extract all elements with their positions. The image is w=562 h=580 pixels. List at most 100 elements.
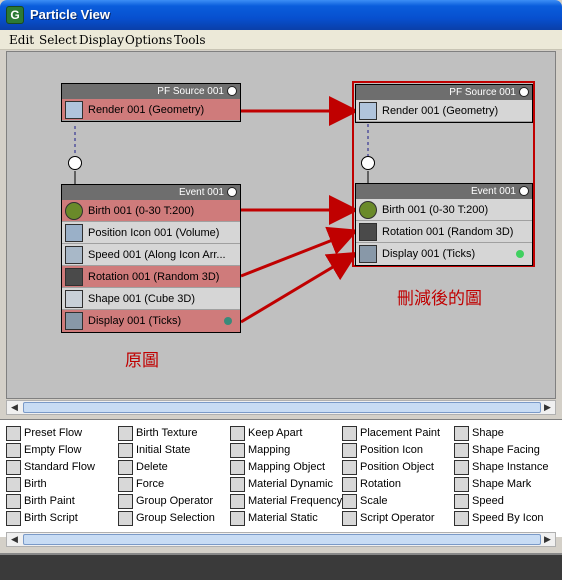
depot-item[interactable]: Shape Mark xyxy=(454,476,531,493)
depot-item-label: Birth Texture xyxy=(136,427,198,439)
particle-view-canvas[interactable]: PF Source 001 Render 001 (Geometry) Even… xyxy=(6,51,556,399)
original-source-node[interactable]: PF Source 001 Render 001 (Geometry) xyxy=(61,83,241,122)
depot-item[interactable]: Position Object xyxy=(342,459,434,476)
pruned-display-op[interactable]: Display 001 (Ticks) xyxy=(356,243,532,265)
app-logo-icon[interactable]: G xyxy=(6,6,24,24)
original-display-op[interactable]: Display 001 (Ticks) xyxy=(62,310,240,332)
pruned-birth-op[interactable]: Birth 001 (0-30 T:200) xyxy=(356,199,532,221)
depot-item[interactable]: Initial State xyxy=(118,442,190,459)
depot-item[interactable]: Shape Facing xyxy=(454,442,540,459)
pruned-event-node[interactable]: Event 001 Birth 001 (0-30 T:200) Rotatio… xyxy=(355,183,533,266)
light-bulb-icon[interactable] xyxy=(519,186,529,196)
depot-item[interactable]: Shape Instance xyxy=(454,459,548,476)
menu-options[interactable]: Options xyxy=(125,33,172,47)
original-event-node[interactable]: Event 001 Birth 001 (0-30 T:200) Positio… xyxy=(61,184,241,333)
depot-item[interactable]: Material Static xyxy=(230,510,318,527)
pruned-event-header[interactable]: Event 001 xyxy=(356,184,532,199)
operator-icon xyxy=(118,511,133,526)
arrow-display xyxy=(240,251,359,324)
depot-item[interactable]: Birth Paint xyxy=(6,493,75,510)
depot-item[interactable]: Placement Paint xyxy=(342,425,440,442)
depot-item[interactable]: Preset Flow xyxy=(6,425,82,442)
pruned-output-connector[interactable] xyxy=(361,156,375,170)
operator-icon xyxy=(118,443,133,458)
original-shape-op[interactable]: Shape 001 (Cube 3D) xyxy=(62,288,240,310)
scroll-thumb[interactable] xyxy=(23,534,541,545)
depot-item-label: Shape Facing xyxy=(472,444,540,456)
canvas-horizontal-scrollbar[interactable]: ◀ ▶ xyxy=(6,400,556,415)
depot-item[interactable]: Script Operator xyxy=(342,510,435,527)
depot-item-label: Birth xyxy=(24,478,47,490)
original-rotation-op[interactable]: Rotation 001 (Random 3D) xyxy=(62,266,240,288)
pruned-render-label: Render 001 (Geometry) xyxy=(382,105,499,117)
depot-item[interactable]: Standard Flow xyxy=(6,459,95,476)
depot-item[interactable]: Speed xyxy=(454,493,504,510)
rotation-icon xyxy=(359,223,377,241)
pruned-source-header[interactable]: PF Source 001 xyxy=(356,85,532,100)
operator-icon xyxy=(118,494,133,509)
depot-item-label: Mapping Object xyxy=(248,461,326,473)
depot-item-label: Rotation xyxy=(360,478,401,490)
original-output-connector[interactable] xyxy=(68,156,82,170)
depot-item-label: Material Static xyxy=(248,512,318,524)
menu-edit[interactable]: Edit xyxy=(9,33,34,47)
depot-item[interactable]: Keep Apart xyxy=(230,425,302,442)
light-bulb-icon[interactable] xyxy=(227,187,237,197)
depot-item[interactable]: Scale xyxy=(342,493,388,510)
shape-icon xyxy=(65,290,83,308)
depot-horizontal-scrollbar[interactable]: ◀ ▶ xyxy=(6,532,556,547)
depot-item[interactable]: Birth Texture xyxy=(118,425,198,442)
depot-item[interactable]: Empty Flow xyxy=(6,442,81,459)
depot-item[interactable]: Force xyxy=(118,476,164,493)
operator-icon xyxy=(118,477,133,492)
pruned-render-op[interactable]: Render 001 (Geometry) xyxy=(356,100,532,122)
operator-icon xyxy=(342,460,357,475)
scroll-left-arrow-icon[interactable]: ◀ xyxy=(7,401,22,414)
scroll-left-arrow-icon[interactable]: ◀ xyxy=(7,533,22,546)
depot-item[interactable]: Group Selection xyxy=(118,510,215,527)
menu-select[interactable]: Select xyxy=(39,33,77,47)
menu-display[interactable]: Display xyxy=(79,33,124,47)
depot-item[interactable]: Mapping xyxy=(230,442,290,459)
original-event-header[interactable]: Event 001 xyxy=(62,185,240,200)
depot-item[interactable]: Mapping Object xyxy=(230,459,325,476)
depot-item[interactable]: Rotation xyxy=(342,476,401,493)
pruned-source-node[interactable]: PF Source 001 Render 001 (Geometry) xyxy=(355,84,533,123)
operator-icon xyxy=(454,477,469,492)
scroll-right-arrow-icon[interactable]: ▶ xyxy=(540,401,555,414)
depot-item-label: Speed By Icon xyxy=(472,512,544,524)
depot-item[interactable]: Shape xyxy=(454,425,504,442)
depot-item[interactable]: Birth Script xyxy=(6,510,78,527)
original-birth-op[interactable]: Birth 001 (0-30 T:200) xyxy=(62,200,240,222)
depot-item[interactable]: Delete xyxy=(118,459,168,476)
annotation-pruned: 刪減後的圖 xyxy=(397,289,482,309)
original-source-header[interactable]: PF Source 001 xyxy=(62,84,240,99)
scroll-thumb[interactable] xyxy=(23,402,541,413)
scroll-right-arrow-icon[interactable]: ▶ xyxy=(540,533,555,546)
depot-item-label: Script Operator xyxy=(360,512,435,524)
pruned-source-title: PF Source 001 xyxy=(449,87,516,98)
original-position-op[interactable]: Position Icon 001 (Volume) xyxy=(62,222,240,244)
depot-item[interactable]: Material Frequency xyxy=(230,493,342,510)
birth-icon xyxy=(359,201,377,219)
op-label: Rotation 001 (Random 3D) xyxy=(88,271,220,283)
light-bulb-icon[interactable] xyxy=(519,87,529,97)
operator-icon xyxy=(230,426,245,441)
depot-item[interactable]: Speed By Icon xyxy=(454,510,544,527)
original-render-op[interactable]: Render 001 (Geometry) xyxy=(62,99,240,121)
display-color-swatch[interactable] xyxy=(224,317,232,325)
op-label: Rotation 001 (Random 3D) xyxy=(382,226,514,238)
depot-item[interactable]: Material Dynamic xyxy=(230,476,333,493)
depot-item[interactable]: Position Icon xyxy=(342,442,423,459)
original-speed-op[interactable]: Speed 001 (Along Icon Arr... xyxy=(62,244,240,266)
menu-tools[interactable]: Tools xyxy=(174,33,206,47)
display-color-swatch[interactable] xyxy=(516,250,524,258)
pruned-rotation-op[interactable]: Rotation 001 (Random 3D) xyxy=(356,221,532,243)
depot-item[interactable]: Birth xyxy=(6,476,47,493)
operator-icon xyxy=(230,460,245,475)
arrow-rotation xyxy=(240,226,359,278)
depot-item[interactable]: Group Operator xyxy=(118,493,213,510)
operator-icon xyxy=(454,426,469,441)
operator-icon xyxy=(230,443,245,458)
light-bulb-icon[interactable] xyxy=(227,86,237,96)
